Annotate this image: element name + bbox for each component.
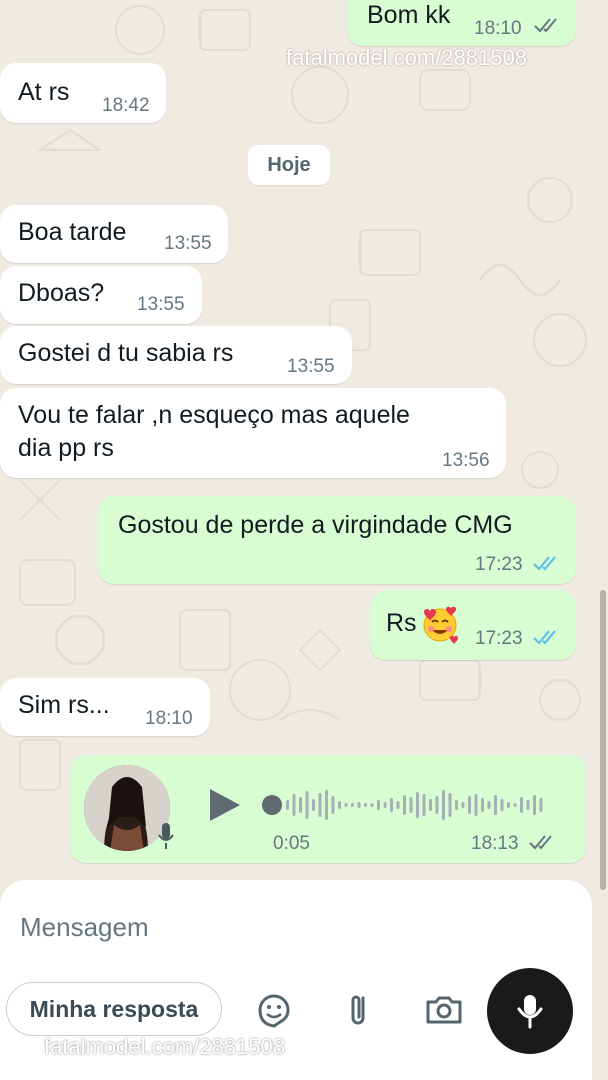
waveform-bar [422, 794, 426, 816]
sticker-icon[interactable] [252, 988, 296, 1032]
waveform-bar [513, 803, 517, 807]
message-bubble-incoming[interactable]: Sim rs... 18:10 [0, 678, 210, 736]
message-text: Sim rs... [18, 691, 110, 719]
play-icon[interactable] [204, 785, 244, 825]
waveform-bar [448, 793, 452, 817]
waveform-bar [286, 800, 289, 810]
waveform-bar [461, 802, 465, 808]
waveform-bar [305, 791, 309, 819]
message-text-line-2: dia pp rs [18, 434, 114, 462]
record-voice-button[interactable] [487, 968, 573, 1054]
watermark-text: fatalmodel.com/2881508 [286, 45, 527, 70]
scrollbar[interactable] [600, 590, 606, 890]
waveform-bar [318, 793, 322, 817]
message-time: 18:42 [102, 95, 150, 116]
waveform-bar [520, 797, 523, 813]
message-time: 13:55 [164, 233, 212, 254]
waveform-bar [533, 795, 536, 815]
voice-note-bubble[interactable]: 0:05 18:13 [70, 755, 586, 863]
message-text: Bom kk [367, 1, 451, 29]
message-text: Boa tarde [18, 218, 127, 246]
waveform-bar [487, 801, 491, 809]
waveform-bar [312, 799, 315, 811]
waveform-bar [377, 800, 380, 810]
mic-icon [517, 995, 543, 1029]
message-time: 13:56 [442, 450, 490, 471]
waveform-bar [383, 802, 387, 808]
waveform-bar [435, 796, 439, 814]
message-bubble-outgoing[interactable]: Gostou de perde a virgindade CMG 17:23 [98, 496, 576, 584]
waveform-bar [344, 803, 348, 807]
date-separator: Hoje [248, 145, 330, 185]
camera-icon[interactable] [422, 988, 466, 1032]
waveform-bar [351, 803, 354, 807]
quick-reply-button[interactable]: Minha resposta [6, 982, 222, 1036]
message-time: 17:23 [475, 554, 523, 575]
message-text: Gostou de perde a virgindade CMG [118, 511, 513, 539]
message-time: 18:10 [474, 18, 522, 39]
waveform-bar [442, 790, 445, 820]
waveform-bar [325, 790, 328, 820]
waveform-bar [357, 802, 361, 808]
waveform-bar [292, 794, 296, 816]
waveform-bar [474, 794, 478, 816]
delivered-ticks-icon [534, 18, 557, 33]
message-bubble-outgoing[interactable]: Bom kk 18:10 [347, 0, 576, 46]
waveform-bar [396, 801, 400, 809]
read-ticks-icon [533, 630, 556, 645]
message-bubble-incoming[interactable]: Boa tarde 13:55 [0, 205, 228, 263]
message-text: Rs [386, 609, 417, 637]
waveform-bar [390, 798, 393, 812]
waveform-bar [481, 798, 484, 812]
message-text: Dboas? [18, 279, 105, 307]
watermark-text: fatalmodel.com/2881508 [44, 1034, 285, 1059]
waveform-bar [331, 796, 335, 814]
message-bubble-incoming[interactable]: Dboas? 13:55 [0, 266, 202, 324]
waveform-bar [364, 803, 367, 807]
message-bubble-outgoing[interactable]: Rs 17:23 [370, 590, 576, 660]
message-bubble-incoming[interactable]: Gostei d tu sabia rs 13:55 [0, 326, 352, 384]
message-time: 17:23 [475, 628, 523, 649]
voice-duration: 0:05 [273, 833, 310, 854]
message-text: Vou te falar ,n esqueço mas aquele [18, 401, 410, 429]
message-text: Gostei d tu sabia rs [18, 339, 234, 367]
message-text: At rs [18, 78, 70, 106]
waveform-bar [468, 796, 471, 814]
read-ticks-icon [533, 556, 556, 571]
delivered-ticks-icon [529, 835, 552, 850]
waveform-bar [338, 801, 341, 809]
message-time: 18:13 [471, 833, 519, 854]
mic-badge-icon [158, 823, 174, 849]
waveform-bar [299, 797, 302, 813]
waveform-bar [539, 798, 543, 812]
waveform-bar [416, 792, 419, 818]
message-bubble-incoming[interactable]: Vou te falar ,n esqueço mas aquele dia p… [0, 388, 506, 478]
attachment-icon[interactable] [337, 988, 381, 1032]
waveform-bar [507, 802, 510, 808]
waveform-bar [500, 799, 504, 811]
waveform-bar [494, 795, 497, 815]
message-time: 13:55 [287, 356, 335, 377]
message-input[interactable]: Mensagem [20, 912, 149, 943]
waveform-bar [409, 797, 413, 813]
waveform-bar [429, 799, 432, 811]
message-time: 18:10 [145, 708, 193, 729]
waveform-bar [370, 803, 374, 807]
message-time: 13:55 [137, 294, 185, 315]
waveform-bar [526, 800, 530, 810]
audio-waveform[interactable] [260, 785, 550, 825]
message-bubble-incoming[interactable]: At rs 18:42 [0, 63, 166, 123]
smiling-face-with-hearts-icon [423, 606, 458, 644]
waveform-bar [403, 795, 406, 815]
waveform-bar [455, 800, 458, 810]
